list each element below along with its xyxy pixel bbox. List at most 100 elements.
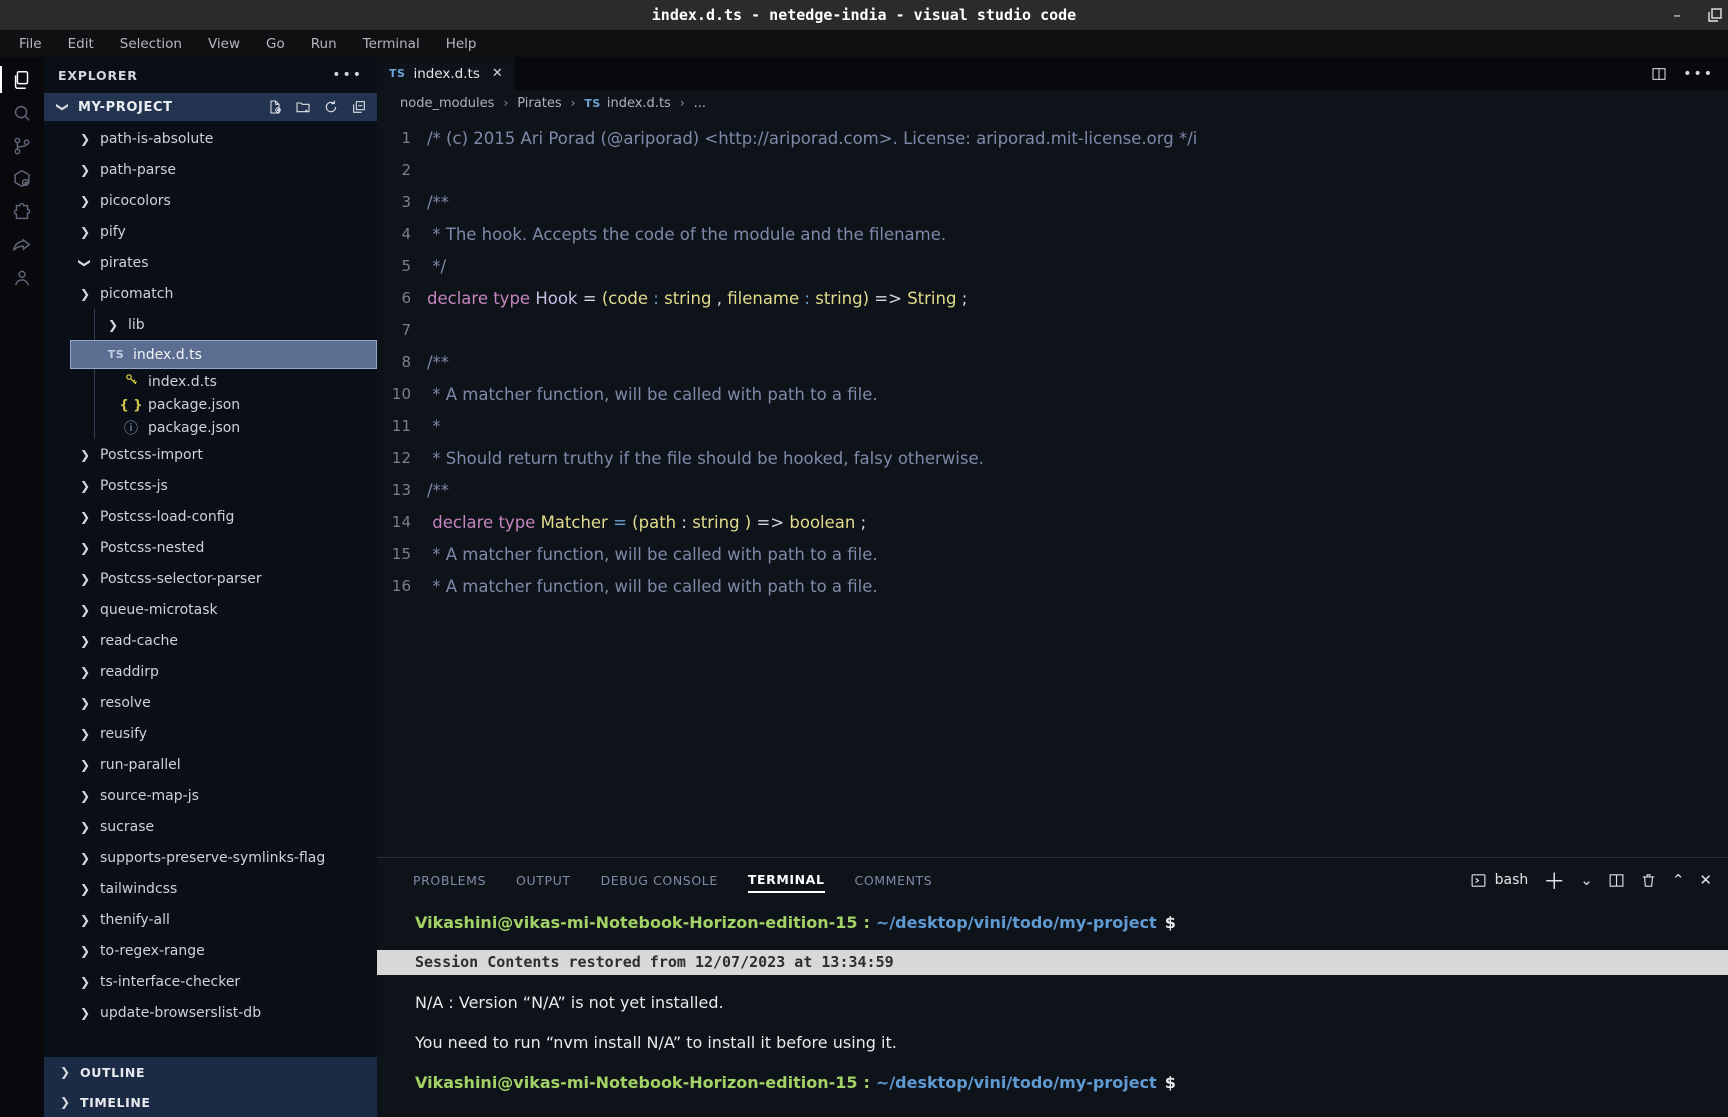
shell-selector[interactable]: bash — [1470, 872, 1529, 889]
new-file-icon[interactable] — [267, 99, 283, 115]
tab-label: index.d.ts — [413, 66, 479, 82]
tree-item-pirates[interactable]: ❯pirates — [44, 247, 377, 278]
panel-tab-output[interactable]: OUTPUT — [516, 869, 571, 892]
new-folder-icon[interactable] — [295, 99, 311, 115]
project-actions — [267, 99, 367, 115]
breadcrumb-item-[interactable]: ... — [694, 96, 706, 111]
new-terminal-icon[interactable]: ＋ — [1543, 864, 1565, 896]
tree-item-path-is-absolute[interactable]: ❯path-is-absolute — [44, 123, 377, 154]
tab-index-d-ts[interactable]: TS index.d.ts ✕ — [377, 57, 515, 90]
menu-item-file[interactable]: File — [6, 36, 55, 52]
tree-item-source-map-js[interactable]: ❯source-map-js — [44, 780, 377, 811]
search-icon[interactable] — [0, 96, 44, 129]
source-control-icon[interactable] — [0, 129, 44, 162]
more-actions-icon[interactable]: ••• — [1683, 66, 1714, 82]
refresh-icon[interactable] — [323, 99, 339, 115]
tree-item-ts-interface-checker[interactable]: ❯ts-interface-checker — [44, 966, 377, 997]
tree-item-label: read-cache — [100, 633, 178, 649]
menu-item-go[interactable]: Go — [253, 36, 298, 52]
tree-item-path-parse[interactable]: ❯path-parse — [44, 154, 377, 185]
tree-item-package.json[interactable]: ⓘpackage.json — [44, 416, 377, 439]
tree-item-update-browserslist-db[interactable]: ❯update-browserslist-db — [44, 997, 377, 1028]
tree-item-read-cache[interactable]: ❯ read-cache — [44, 625, 377, 656]
split-editor-icon[interactable] — [1651, 66, 1667, 82]
panel-tab-comments[interactable]: COMMENTS — [855, 869, 933, 892]
tree-item-index.d.ts[interactable]: index.d.ts — [44, 369, 377, 394]
window-title: index.d.ts - netedge-india - visual stud… — [0, 0, 1728, 30]
tree-item-queue-microtask[interactable]: ❯queue-microtask — [44, 594, 377, 625]
code-token: ; — [861, 513, 867, 532]
tree-item-picomatch[interactable]: ❯picomatch — [44, 278, 377, 309]
chevron-right-icon: ❯ — [78, 665, 92, 679]
menu-item-edit[interactable]: Edit — [55, 36, 107, 52]
breadcrumb-item-Pirates[interactable]: Pirates — [517, 96, 561, 111]
tree-item-selected-index.d.ts[interactable]: TSindex.d.ts — [70, 340, 377, 369]
outline-section[interactable]: ❯ OUTLINE — [44, 1057, 377, 1087]
ts-file-icon: TS — [107, 348, 125, 361]
panel-tab-terminal[interactable]: TERMINAL — [748, 868, 825, 893]
explorer-icon[interactable] — [0, 63, 44, 96]
tree-item-to-regex-range[interactable]: ❯to-regex-range — [44, 935, 377, 966]
code-token: boolean — [789, 513, 860, 532]
tree-item-picocolors[interactable]: ❯picocolors — [44, 185, 377, 216]
tree-item-package.json[interactable]: { }package.json — [44, 394, 377, 416]
tree-item-tailwindcss[interactable]: ❯tailwindcss — [44, 873, 377, 904]
restore-button[interactable] — [1708, 8, 1726, 22]
split-terminal-icon[interactable] — [1608, 872, 1625, 889]
menu-item-terminal[interactable]: Terminal — [350, 36, 433, 52]
tree-item-pify[interactable]: ❯pify — [44, 216, 377, 247]
code-line-10: 10 * A matcher function, will be called … — [377, 378, 1728, 410]
close-tab-icon[interactable]: ✕ — [492, 66, 503, 81]
project-section-header[interactable]: ❯ MY-PROJECT — [44, 93, 377, 121]
menu-item-selection[interactable]: Selection — [107, 36, 195, 52]
code-token: : — [681, 513, 692, 532]
line-number: 7 — [377, 321, 427, 339]
sidebar-header: EXPLORER ••• — [44, 57, 377, 93]
share-icon[interactable] — [0, 228, 44, 261]
tree-item-resolve[interactable]: ❯resolve — [44, 687, 377, 718]
explorer-more-icon[interactable]: ••• — [332, 67, 363, 83]
account-icon[interactable] — [0, 261, 44, 294]
breadcrumb-item-indexdts[interactable]: TSindex.d.ts — [584, 96, 670, 111]
tree-item-readdirp[interactable]: ❯readdirp — [44, 656, 377, 687]
maximize-panel-icon[interactable]: ⌃ — [1672, 871, 1685, 889]
breadcrumb-separator: › — [680, 96, 685, 110]
tree-item-Postcss-selector-parser[interactable]: ❯Postcss-selector-parser — [44, 563, 377, 594]
panel-tab-problems[interactable]: PROBLEMS — [413, 869, 486, 892]
menu-item-run[interactable]: Run — [298, 36, 350, 52]
terminal-dropdown-icon[interactable]: ⌄ — [1580, 871, 1593, 889]
tree-item-Postcss-nested[interactable]: ❯Postcss-nested — [44, 532, 377, 563]
title-bar: index.d.ts - netedge-india - visual stud… — [0, 0, 1728, 30]
code-line-3: 3/** — [377, 186, 1728, 218]
tree-item-label: supports-preserve-symlinks-flag — [100, 850, 325, 866]
tree-item-label: resolve — [100, 695, 151, 711]
collapse-all-icon[interactable] — [351, 99, 367, 115]
code-token: */ — [427, 257, 446, 276]
code-token: * A matcher function, will be called wit… — [427, 577, 878, 596]
tree-item-lib[interactable]: ❯lib — [44, 309, 377, 340]
tree-item-Postcss-load-config[interactable]: ❯Postcss-load-config — [44, 501, 377, 532]
code-editor[interactable]: 1/* (c) 2015 Ari Porad (@ariporad) <http… — [377, 116, 1728, 857]
code-token: declare type — [427, 289, 535, 308]
tree-item-Postcss-import[interactable]: ❯Postcss-import — [44, 439, 377, 470]
close-panel-icon[interactable]: ✕ — [1699, 871, 1712, 889]
tree-item-supports-preserve-symlinks-flag[interactable]: ❯supports-preserve-symlinks-flag — [44, 842, 377, 873]
kill-terminal-icon[interactable] — [1640, 872, 1657, 889]
extensions-icon[interactable] — [0, 195, 44, 228]
timeline-section[interactable]: ❯ TIMELINE — [44, 1087, 377, 1117]
chevron-right-icon: ❯ — [78, 634, 92, 648]
menu-item-view[interactable]: View — [195, 36, 253, 52]
tree-item-sucrase[interactable]: ❯sucrase — [44, 811, 377, 842]
chevron-down-icon: ❯ — [78, 256, 92, 270]
menu-item-help[interactable]: Help — [433, 36, 490, 52]
tree-item-label: picomatch — [100, 286, 173, 302]
tree-item-reusify[interactable]: ❯reusify — [44, 718, 377, 749]
minimize-button[interactable]: – — [1668, 6, 1686, 24]
tree-item-run-parallel[interactable]: ❯run-parallel — [44, 749, 377, 780]
tree-item-Postcss-js[interactable]: ❯Postcss-js — [44, 470, 377, 501]
debug-icon[interactable] — [0, 162, 44, 195]
terminal-content[interactable]: Vikashini@vikas-mi-Notebook-Horizon-edit… — [377, 902, 1728, 1117]
breadcrumb-item-nodemodules[interactable]: node_modules — [400, 96, 494, 111]
panel-tab-debug-console[interactable]: DEBUG CONSOLE — [601, 869, 718, 892]
tree-item-thenify-all[interactable]: ❯thenify-all — [44, 904, 377, 935]
